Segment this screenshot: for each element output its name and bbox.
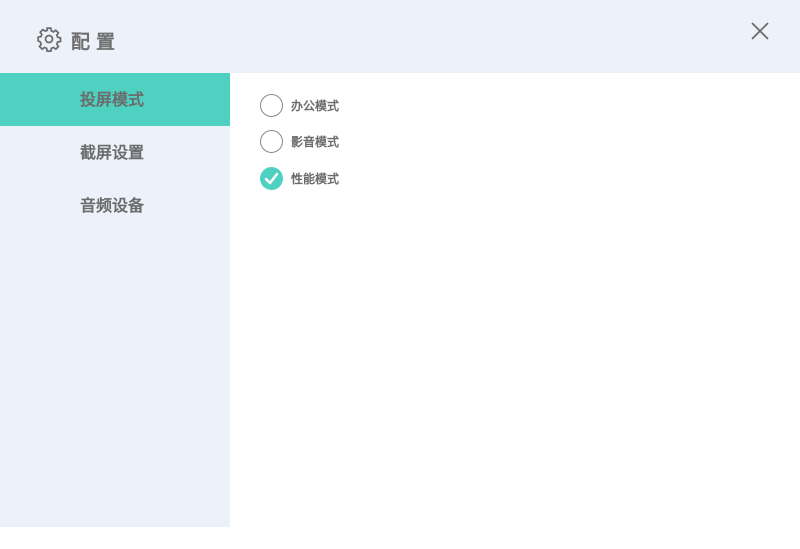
gear-icon — [37, 27, 62, 52]
sidebar-item-audio-device[interactable]: 音频设备 — [0, 179, 230, 232]
radio-unchecked-icon — [260, 93, 283, 117]
radio-office-mode[interactable]: 办公模式 — [260, 92, 339, 118]
radio-performance-mode[interactable]: 性能模式 — [260, 165, 339, 191]
option-label: 性能模式 — [291, 171, 340, 186]
close-icon[interactable] — [749, 20, 771, 42]
option-label: 影音模式 — [291, 134, 340, 149]
dialog-title: 配置 — [71, 31, 122, 53]
dialog-header: 配置 — [0, 0, 800, 73]
sidebar-item-screenshot-settings[interactable]: 截屏设置 — [0, 126, 230, 179]
sidebar: 投屏模式 截屏设置 音频设备 — [0, 73, 230, 527]
sidebar-item-cast-mode[interactable]: 投屏模式 — [0, 73, 230, 126]
check-icon — [260, 166, 283, 190]
option-label: 办公模式 — [291, 98, 340, 113]
radio-media-mode[interactable]: 影音模式 — [260, 128, 339, 154]
radio-unchecked-icon — [260, 129, 283, 153]
